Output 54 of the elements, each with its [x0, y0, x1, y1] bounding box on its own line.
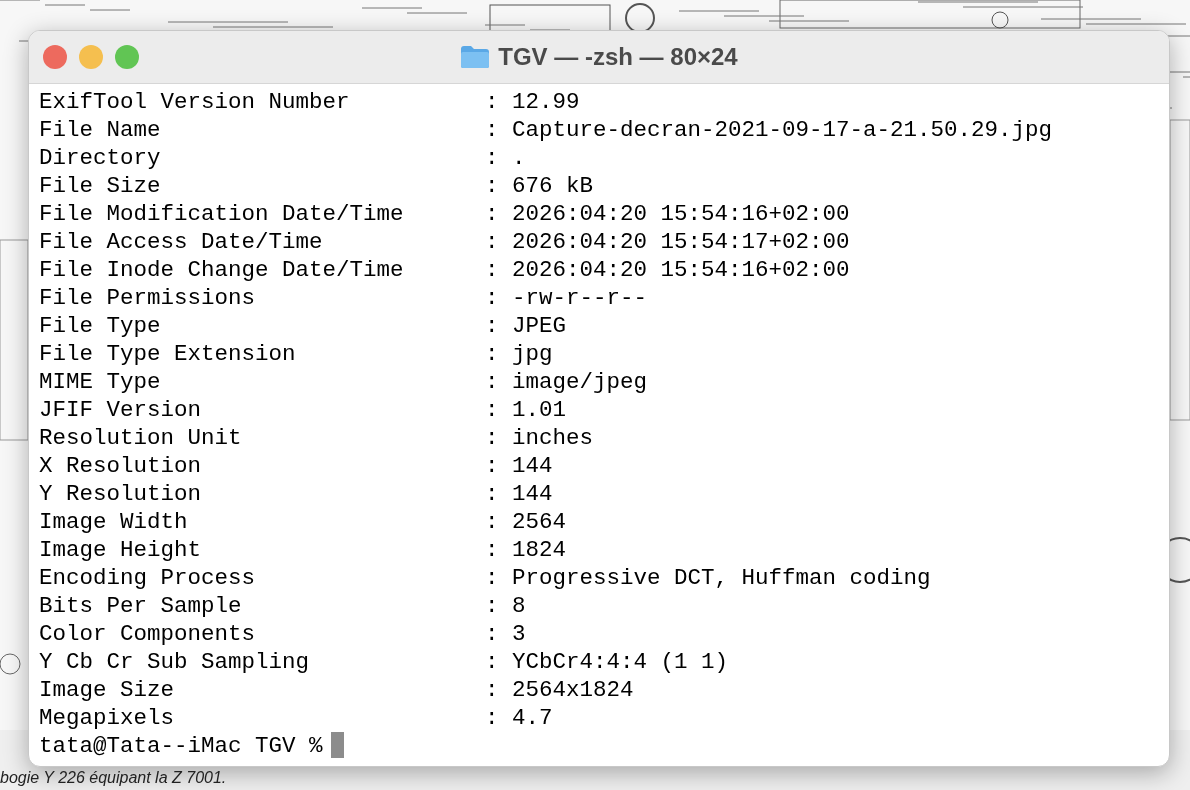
tag-value: : jpg — [485, 340, 553, 368]
tag-value: : 8 — [485, 592, 526, 620]
tag-value: : 676 kB — [485, 172, 594, 200]
zoom-button[interactable] — [115, 45, 139, 69]
tag-name: File Type — [39, 312, 162, 340]
tag-value: : 144 — [485, 452, 553, 480]
caption-text: bogie Y 226 équipant la Z 7001. — [0, 768, 228, 787]
tag-name: Image Size — [39, 676, 176, 704]
tag-value: : 144 — [485, 480, 553, 508]
tag-value: : 3 — [485, 620, 526, 648]
minimize-button[interactable] — [79, 45, 103, 69]
tag-name: File Access Date/Time — [39, 228, 324, 256]
close-button[interactable] — [43, 45, 67, 69]
tag-name: ExifTool Version Number — [39, 88, 351, 116]
tag-value: : 2026:04:20 15:54:17+02:00 — [485, 228, 850, 256]
tag-name: File Inode Change Date/Time — [39, 256, 405, 284]
tag-value: : 4.7 — [485, 704, 553, 732]
text-cursor — [330, 732, 344, 758]
tag-name: Color Components — [39, 620, 257, 648]
tag-value: : Progressive DCT, Huffman coding — [485, 564, 931, 592]
tag-name: JFIF Version — [39, 396, 203, 424]
tag-name: File Type Extension — [39, 340, 297, 368]
tag-value: : 2026:04:20 15:54:16+02:00 — [485, 256, 850, 284]
tag-value: : 12.99 — [485, 88, 580, 116]
tag-name: MIME Type — [39, 368, 162, 396]
shell-prompt: tata@Tata--iMac TGV % — [39, 732, 323, 760]
tag-name: X Resolution — [39, 452, 203, 480]
tag-name: File Name — [39, 116, 162, 144]
tag-value: : 2564 — [485, 508, 567, 536]
tag-name: File Size — [39, 172, 162, 200]
tag-name: Image Width — [39, 508, 189, 536]
tag-value: : JPEG — [485, 312, 567, 340]
tag-value: : 1.01 — [485, 396, 567, 424]
tag-value: : image/jpeg — [485, 368, 648, 396]
tag-name: Image Height — [39, 536, 203, 564]
folder-icon — [460, 45, 491, 69]
tag-value: : Capture-decran-2021-09-17-a-21.50.29.jpg — [485, 116, 1053, 144]
tag-name: Megapixels — [39, 704, 176, 732]
tag-value: : -rw-r--r-- — [485, 284, 648, 312]
tag-name: Y Resolution — [39, 480, 203, 508]
tag-value: : 1824 — [485, 536, 567, 564]
tag-value: : inches — [485, 424, 594, 452]
tag-name: Encoding Process — [39, 564, 257, 592]
tag-name: Directory — [39, 144, 162, 172]
tag-name: File Modification Date/Time — [39, 200, 405, 228]
tag-name: Resolution Unit — [39, 424, 243, 452]
tag-value: : 2026:04:20 15:54:16+02:00 — [485, 200, 850, 228]
tag-name: Bits Per Sample — [39, 592, 243, 620]
tag-name: Y Cb Cr Sub Sampling — [39, 648, 311, 676]
window-title: TGV — -zsh — 80×24 — [498, 43, 738, 71]
tag-value: : . — [485, 144, 526, 172]
tag-name: File Permissions — [39, 284, 257, 312]
tag-value: : YCbCr4:4:4 (1 1) — [485, 648, 729, 676]
tag-value: : 2564x1824 — [485, 676, 634, 704]
